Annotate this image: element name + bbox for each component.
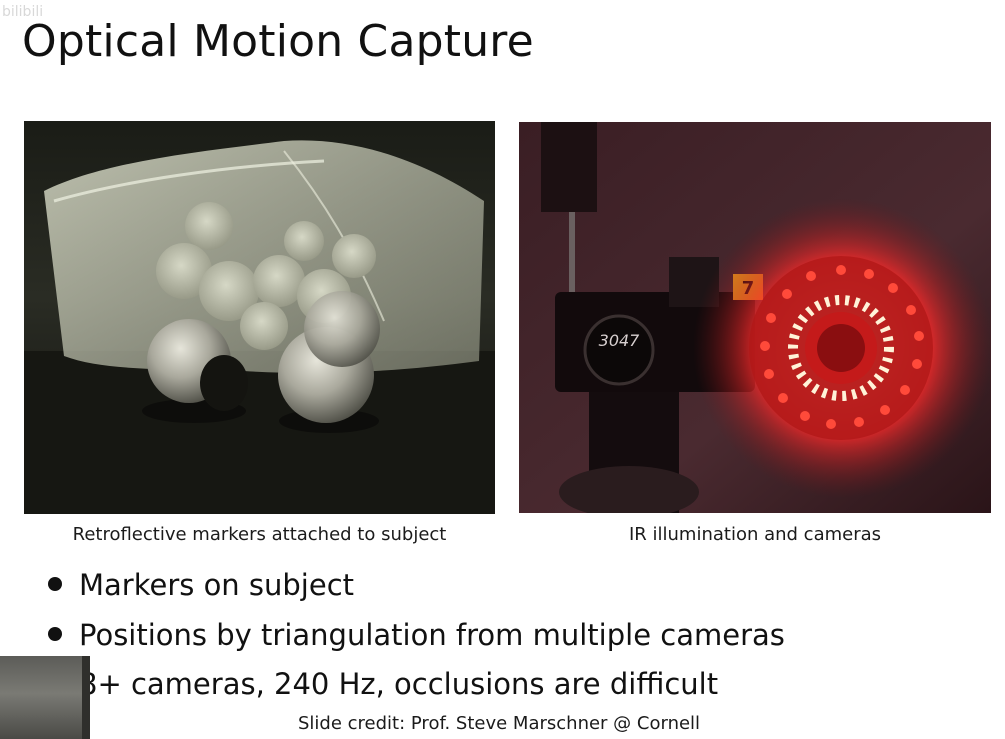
- slide-title: Optical Motion Capture: [22, 16, 534, 67]
- speaker-webcam-overlay: [0, 656, 90, 739]
- bullet-dot-icon: [48, 577, 62, 591]
- markers-photo: [24, 121, 495, 514]
- cameras-line: 8+ cameras, 240 Hz, occlusions are diffi…: [79, 667, 719, 701]
- markers-caption: Retroflective markers attached to subjec…: [72, 524, 447, 545]
- bullet-text: Positions by triangulation from multiple…: [79, 618, 785, 652]
- webcam-frame-edge: [82, 656, 90, 739]
- slide-credit: Slide credit: Prof. Steve Marschner @ Co…: [298, 713, 701, 734]
- camera-number-label: 3047: [599, 331, 641, 350]
- bullet-dot-icon: [48, 627, 62, 641]
- ir-camera-photo: 3047 7: [519, 122, 991, 513]
- bullet-text: Markers on subject: [79, 568, 355, 602]
- ir-camera-caption: IR illumination and cameras: [628, 524, 882, 545]
